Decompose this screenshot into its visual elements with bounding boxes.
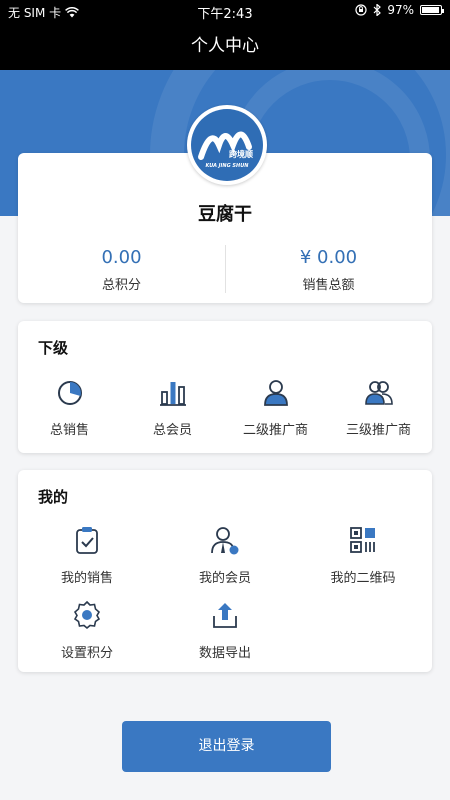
my-sales-label: 我的销售 (60, 571, 113, 586)
bar-chart-icon (159, 382, 186, 406)
mine-card: 我的 我的销售 我的会员 我的二维码 设置积分 数据导出 (18, 470, 432, 672)
nav-title: 个人中心 (0, 22, 450, 70)
logo-text-cn: 跨境顺 (229, 150, 253, 159)
my-members-label: 我的会员 (198, 571, 251, 586)
clipboard-check-icon (76, 527, 98, 554)
level2-promoters-label: 二级推广商 (242, 423, 308, 438)
data-export-button[interactable]: 数据导出 (156, 600, 294, 661)
username: 豆腐干 (198, 204, 252, 225)
total-sales-button[interactable]: 总销售 (18, 377, 121, 438)
subordinates-grid: 总销售 总会员 二级推广商 三级推广商 (18, 377, 432, 445)
level3-promoters-label: 三级推广商 (345, 423, 411, 438)
status-right: 97% (355, 3, 444, 17)
export-icon (213, 603, 237, 628)
total-sales-value: ¥ 0.00 (299, 247, 358, 268)
gear-icon (73, 600, 101, 630)
total-sales-label: 销售总额 (302, 278, 355, 293)
brand-logo-mark (198, 131, 252, 160)
total-members-label: 总会员 (152, 423, 192, 438)
set-points-label: 设置积分 (60, 646, 113, 661)
subordinates-card: 下级 总销售 总会员 二级推广商 三级推广商 (18, 321, 432, 453)
qrcode-icon (350, 527, 375, 553)
member-icon (211, 527, 239, 555)
status-bar: 无 SIM 卡 下午2:43 97% (0, 0, 450, 22)
my-qrcode-button[interactable]: 我的二维码 (294, 525, 432, 586)
level3-promoters-button[interactable]: 三级推广商 (327, 377, 430, 438)
data-export-label: 数据导出 (198, 646, 251, 661)
bluetooth-icon (373, 4, 382, 16)
person-icon (263, 380, 288, 406)
my-sales-button[interactable]: 我的销售 (18, 525, 156, 586)
brand-logo: 跨境顺 KUA JING SHUN (191, 109, 263, 181)
my-qrcode-label: 我的二维码 (330, 571, 396, 586)
total-members-button[interactable]: 总会员 (121, 377, 224, 438)
pie-chart-icon (57, 381, 82, 405)
logout-button[interactable]: 退出登录 (122, 721, 331, 772)
rotation-lock-icon (355, 4, 367, 16)
set-points-button[interactable]: 设置积分 (18, 600, 156, 661)
my-members-button[interactable]: 我的会员 (156, 525, 294, 586)
level2-promoters-button[interactable]: 二级推广商 (224, 377, 327, 438)
total-points-label: 总积分 (101, 278, 141, 293)
avatar[interactable]: 跨境顺 KUA JING SHUN (187, 105, 267, 185)
battery-icon (420, 5, 444, 15)
subordinates-title: 下级 (38, 339, 69, 357)
battery-percent: 97% (387, 3, 414, 17)
total-sales-label: 总销售 (49, 423, 89, 438)
total-sales-stat: ¥ 0.00 销售总额 (225, 247, 432, 293)
total-points-stat: 0.00 总积分 (18, 247, 225, 293)
total-points-value: 0.00 (101, 247, 142, 268)
mine-title: 我的 (38, 488, 69, 506)
group-icon (364, 381, 393, 405)
logo-text-en: KUA JING SHUN (205, 163, 249, 169)
battery-fill (422, 7, 440, 13)
